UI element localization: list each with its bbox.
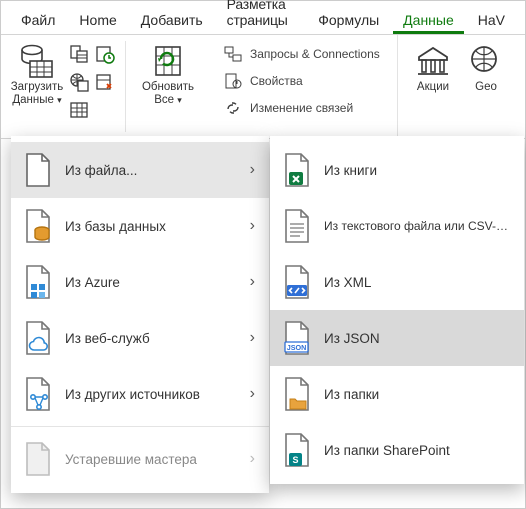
chevron-right-icon: › <box>250 385 255 403</box>
tab-home[interactable]: Home <box>69 6 126 34</box>
menu-from-web-label: Из веб-служб <box>65 331 240 346</box>
from-table-range-icon[interactable] <box>67 99 91 121</box>
file-db-icon <box>21 207 55 245</box>
edit-links-label: Изменение связей <box>250 101 353 115</box>
menu-from-other[interactable]: Из других источников › <box>11 366 269 422</box>
refresh-icon <box>151 41 185 81</box>
menu-legacy-wizards[interactable]: Устаревшие мастера › <box>11 431 269 487</box>
stocks-button[interactable]: Акции <box>406 39 460 134</box>
menu-from-web-services[interactable]: Из веб-служб › <box>11 310 269 366</box>
refresh-label-1: Обновить <box>142 81 194 94</box>
tab-file[interactable]: Файл <box>11 6 65 34</box>
database-grid-icon <box>20 41 54 81</box>
from-text-csv-icon[interactable] <box>67 43 91 65</box>
properties-icon <box>222 72 244 90</box>
properties-label: Свойства <box>250 74 303 88</box>
get-data-label-1: Загрузить <box>11 81 64 94</box>
links-icon <box>222 99 244 117</box>
submenu-from-sharepoint-folder[interactable]: S Из папки SharePoint <box>270 422 524 478</box>
queries-label: Запросы & Connections <box>250 47 380 61</box>
file-azure-icon <box>21 263 55 301</box>
chevron-right-icon: › <box>250 273 255 291</box>
submenu-from-json[interactable]: JSON Из JSON <box>270 310 524 366</box>
menu-from-azure[interactable]: Из Azure › <box>11 254 269 310</box>
menu-separator <box>11 426 269 427</box>
refresh-all-button[interactable]: Обновить Все ▾ <box>134 39 202 107</box>
edit-links-button[interactable]: Изменение связей <box>218 97 389 119</box>
queries-connections-button[interactable]: Запросы & Connections <box>218 43 389 65</box>
file-json-icon: JSON <box>280 319 314 357</box>
file-sharepoint-icon: S <box>280 431 314 469</box>
submenu-from-csv[interactable]: Из текстового файла или CSV-файла <box>270 198 524 254</box>
submenu-from-xml[interactable]: Из XML <box>270 254 524 310</box>
file-xml-icon <box>280 263 314 301</box>
submenu-from-workbook[interactable]: Из книги <box>270 142 524 198</box>
svg-text:JSON: JSON <box>287 343 307 352</box>
existing-connections-icon[interactable] <box>93 71 117 93</box>
submenu-sharepoint-label: Из папки SharePoint <box>324 443 510 458</box>
chevron-right-icon: › <box>250 217 255 235</box>
chevron-right-icon: › <box>250 450 255 468</box>
submenu-csv-label: Из текстового файла или CSV-файла <box>324 219 510 233</box>
properties-button[interactable]: Свойства <box>218 70 389 92</box>
tab-add[interactable]: Добавить <box>131 6 213 34</box>
submenu-json-label: Из JSON <box>324 331 510 346</box>
file-network-icon <box>21 375 55 413</box>
submenu-workbook-label: Из книги <box>324 163 510 178</box>
svg-text:S: S <box>292 455 298 465</box>
from-file-submenu: Из книги Из текстового файла или CSV-фай… <box>270 136 524 484</box>
submenu-from-folder[interactable]: Из папки <box>270 366 524 422</box>
tab-formulas[interactable]: Формулы <box>308 6 389 34</box>
queries-icon <box>222 45 244 63</box>
file-icon <box>21 151 55 189</box>
chevron-right-icon: › <box>250 329 255 347</box>
from-web-icon[interactable] <box>67 71 91 93</box>
menu-from-database[interactable]: Из базы данных › <box>11 198 269 254</box>
geo-label: Geo <box>475 81 497 94</box>
file-folder-icon <box>280 375 314 413</box>
get-data-menu: Из файла... › Из базы данных › Из Azure … <box>11 136 269 493</box>
menu-from-file-label: Из файла... <box>65 163 240 178</box>
file-excel-icon <box>280 151 314 189</box>
menu-from-database-label: Из базы данных <box>65 219 240 234</box>
tab-page-layout[interactable]: Разметка страницы <box>217 0 317 34</box>
chevron-right-icon: › <box>250 161 255 179</box>
tab-strip: Файл Home Добавить Разметка страницы Фор… <box>1 1 525 35</box>
tab-view-partial[interactable]: НаV <box>468 6 515 34</box>
menu-from-azure-label: Из Azure <box>65 275 240 290</box>
globe-icon <box>470 41 502 81</box>
file-text-icon <box>280 207 314 245</box>
bank-icon <box>415 41 451 81</box>
geography-button[interactable]: Geo <box>466 39 506 134</box>
menu-from-file[interactable]: Из файла... › <box>11 142 269 198</box>
submenu-xml-label: Из XML <box>324 275 510 290</box>
stocks-label: Акции <box>417 81 449 94</box>
recent-sources-icon[interactable] <box>93 43 117 65</box>
ribbon: Загрузить Данные ▾ <box>1 35 525 139</box>
get-data-button[interactable]: Загрузить Данные ▾ <box>9 39 65 134</box>
get-data-label-2: Данные ▾ <box>12 94 61 107</box>
tab-data[interactable]: Данные <box>393 6 464 34</box>
menu-legacy-label: Устаревшие мастера <box>65 452 240 467</box>
submenu-folder-label: Из папки <box>324 387 510 402</box>
file-grey-icon <box>21 440 55 478</box>
file-cloud-icon <box>21 319 55 357</box>
refresh-label-2: Все ▾ <box>154 94 182 107</box>
menu-from-other-label: Из других источников <box>65 387 240 402</box>
